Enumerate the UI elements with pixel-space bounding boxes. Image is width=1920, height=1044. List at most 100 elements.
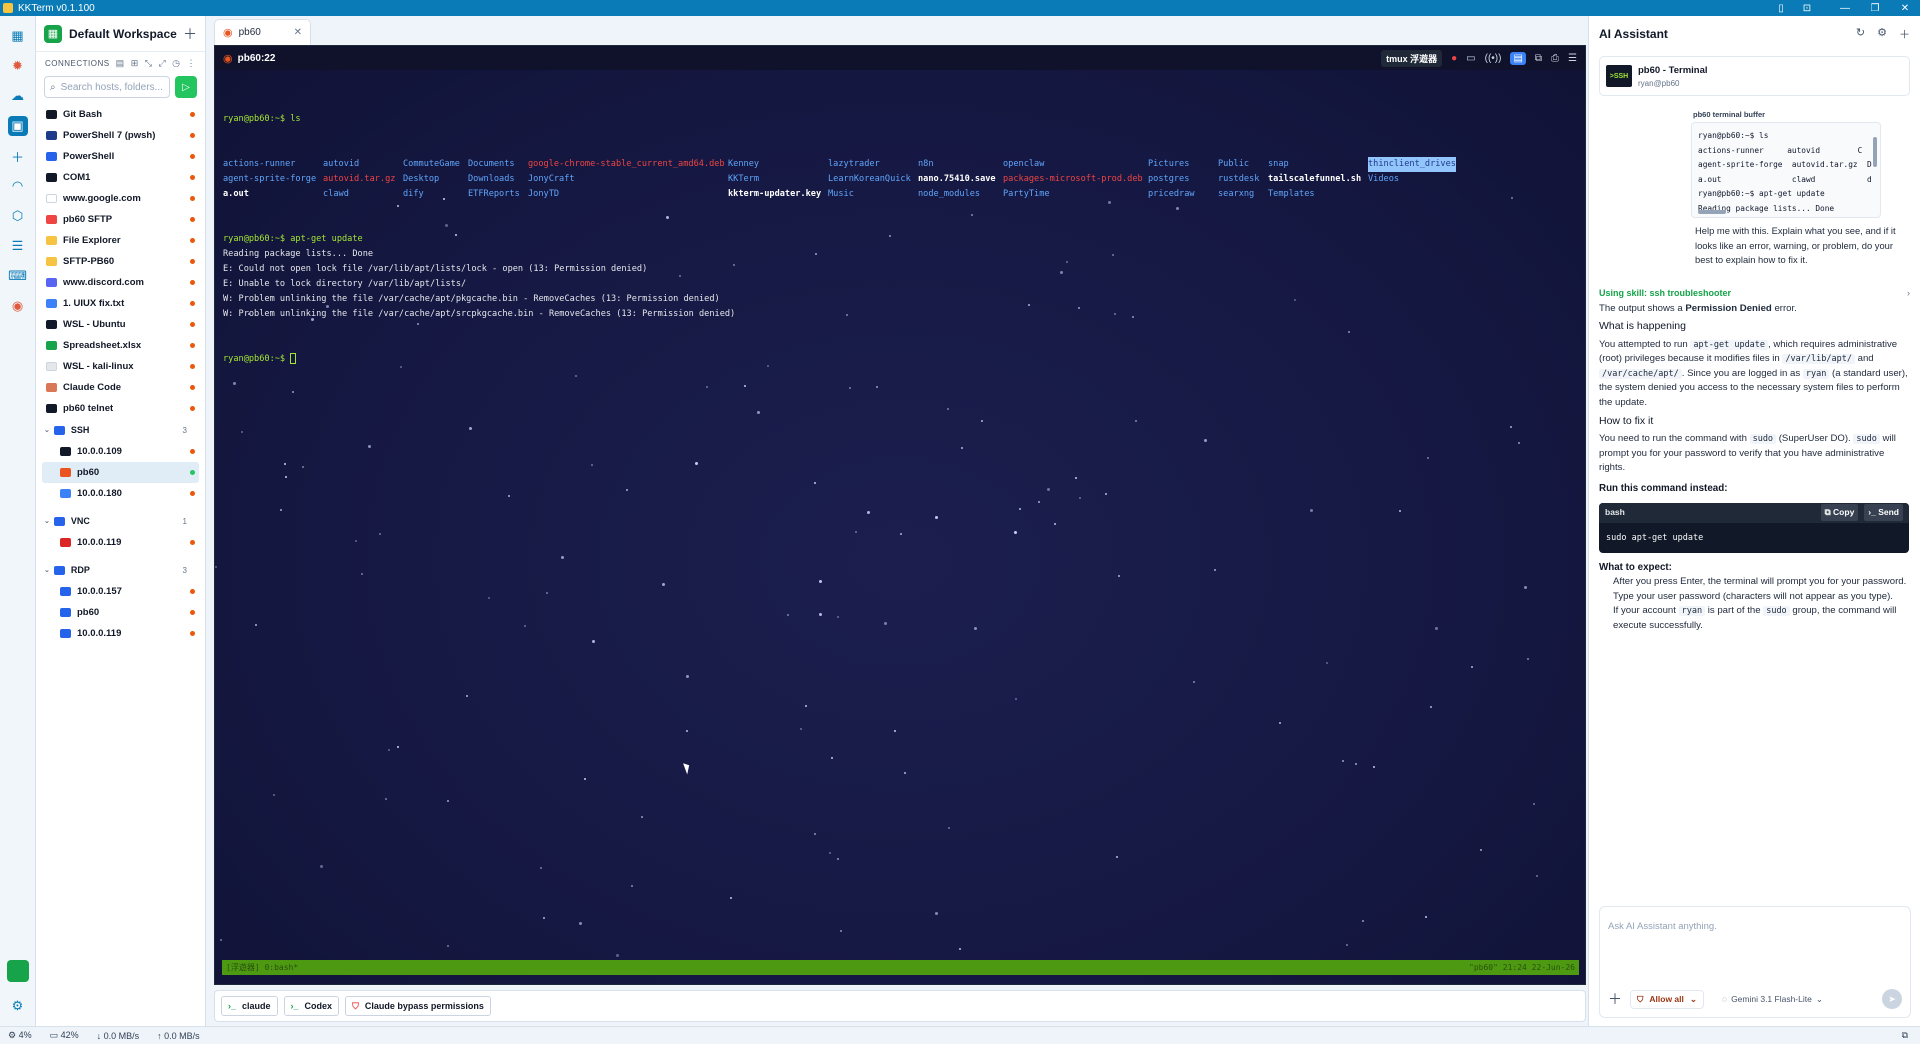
sidebar-item[interactable]: COM1 xyxy=(42,167,199,188)
record-icon[interactable]: ● xyxy=(1451,53,1457,64)
sidebar-item[interactable]: 10.0.0.119 xyxy=(42,623,199,644)
cloud-icon[interactable]: ☁ xyxy=(8,86,28,106)
gauge-icon[interactable]: ◠ xyxy=(8,176,28,196)
sidebar-item[interactable]: 10.0.0.119 xyxy=(42,532,199,553)
new-chat-icon[interactable]: ＋ xyxy=(1899,26,1910,42)
tab-pb60[interactable]: ◉ pb60 ✕ xyxy=(214,19,311,45)
status-indicator[interactable] xyxy=(6,960,29,982)
bug-icon[interactable]: ✹ xyxy=(8,56,28,76)
list-view-icon[interactable]: ▤ xyxy=(116,58,125,69)
gear-icon[interactable]: ⚙ xyxy=(8,996,28,1016)
new-folder-icon[interactable]: ⊞ xyxy=(131,58,139,69)
ubuntu-icon[interactable]: ◉ xyxy=(8,296,28,316)
skill-indicator[interactable]: Using skill: ssh troubleshooter › xyxy=(1599,288,1910,298)
context-name: pb60 - Terminal xyxy=(1638,64,1708,76)
workspace-title[interactable]: Default Workspace xyxy=(69,27,183,41)
history-icon[interactable]: ◷ xyxy=(172,58,180,69)
quick-connect-button[interactable]: ▷ xyxy=(175,76,197,98)
sidebar-item[interactable]: 1. UIUX fix.txt xyxy=(42,293,199,314)
terminal-buffer-preview[interactable]: ryan@pb60:~$ ls actions-runner autovid C a… xyxy=(1691,122,1881,218)
status-dot xyxy=(190,175,195,180)
context-card[interactable]: >SSH pb60 - Terminal ryan@pb60 xyxy=(1599,56,1910,96)
dashboard-icon[interactable]: ▦ xyxy=(8,26,28,46)
notifications-icon[interactable]: ⧉ xyxy=(1902,1030,1908,1041)
tmux-button[interactable]: tmux 浮遊器 xyxy=(1381,49,1443,67)
sidebar-item[interactable]: Claude Code xyxy=(42,377,199,398)
quick-action-button[interactable]: ›_ Codex xyxy=(283,996,340,1016)
quick-action-button[interactable]: ⛉ Claude bypass permissions xyxy=(345,996,491,1016)
horizontal-scrollbar[interactable] xyxy=(1694,209,1872,215)
menu-icon[interactable]: ☰ xyxy=(1568,53,1577,64)
copy-icon[interactable]: ⧉ xyxy=(1535,53,1542,64)
broadcast-icon[interactable]: ((•)) xyxy=(1485,53,1502,64)
sidebar-item[interactable]: pb60 SFTP xyxy=(42,209,199,230)
model-select[interactable]: ◌ Gemini 3.1 Flash-Lite ⌄ xyxy=(1722,994,1823,1005)
cube-icon[interactable]: ⬡ xyxy=(8,206,28,226)
add-icon[interactable]: ＋ xyxy=(8,146,28,166)
inline-code: apt-get update xyxy=(1690,339,1769,350)
star-icon xyxy=(284,463,286,465)
search-input[interactable]: ⌕ Search hosts, folders... xyxy=(44,76,170,98)
expand-icon[interactable]: ⤢ xyxy=(158,58,166,69)
console-icon[interactable]: ⌨ xyxy=(8,266,28,286)
group-label: VNC xyxy=(70,516,90,526)
terminal-pane[interactable]: ◉ pb60:22 tmux 浮遊器 ● ▭ ((•)) ▤ ⧉ ⎙ ☰ rya… xyxy=(214,45,1586,985)
star-icon xyxy=(524,625,526,627)
answer-text: error. xyxy=(1771,302,1797,314)
copy-button[interactable]: ⧉ Copy xyxy=(1820,504,1859,521)
sidebar-item[interactable]: pb60 xyxy=(42,602,199,623)
sftp-icon xyxy=(46,215,57,224)
collapse-icon[interactable]: ⤡ xyxy=(145,58,153,69)
vertical-scrollbar[interactable] xyxy=(1872,125,1878,211)
sidebar-item[interactable]: 10.0.0.180 xyxy=(42,483,199,504)
split-icon[interactable]: ▤ xyxy=(1510,51,1526,65)
group-ssh[interactable]: ⌄ SSH 3 xyxy=(42,419,199,441)
layout-icon[interactable]: ▯ xyxy=(1774,3,1788,14)
more-icon[interactable]: ⋮ xyxy=(187,58,197,69)
permission-select[interactable]: ⛉ Allow all ⌄ xyxy=(1630,989,1704,1009)
sidebar-item[interactable]: SFTP-PB60 xyxy=(42,251,199,272)
send-button[interactable]: ➤ xyxy=(1882,989,1902,1009)
sidebar-item[interactable]: pb60 telnet xyxy=(42,398,199,419)
lock-icon[interactable]: ⊡ xyxy=(1800,3,1814,14)
refresh-icon[interactable]: ↻ xyxy=(1856,26,1865,42)
sidebar-item[interactable]: File Explorer xyxy=(42,230,199,251)
close-button[interactable]: ✕ xyxy=(1890,3,1920,14)
maximize-button[interactable]: ❐ xyxy=(1860,3,1890,14)
minimize-button[interactable]: — xyxy=(1830,3,1860,14)
sidebar-item-label: WSL - kali-linux xyxy=(63,361,134,372)
group-rdp[interactable]: ⌄ RDP 3 xyxy=(42,559,199,581)
print-icon[interactable]: ⎙ xyxy=(1551,53,1559,64)
sidebar-item[interactable]: Spreadsheet.xlsx xyxy=(42,335,199,356)
send-to-terminal-button[interactable]: ›_ Send xyxy=(1864,504,1903,521)
ls-entry: Public xyxy=(1218,159,1250,169)
add-workspace-button[interactable]: ＋ xyxy=(183,24,197,44)
sidebar-item[interactable]: www.google.com xyxy=(42,188,199,209)
folder-icon[interactable]: ▭ xyxy=(1466,53,1475,64)
sidebar-item[interactable]: www.discord.com xyxy=(42,272,199,293)
chat-composer[interactable]: Ask AI Assistant anything. ＋ ⛉ Allow all… xyxy=(1599,906,1911,1018)
group-vnc[interactable]: ⌄ VNC 1 xyxy=(42,510,199,532)
sidebar-item[interactable]: 10.0.0.109 xyxy=(42,441,199,462)
settings-icon[interactable]: ⚙ xyxy=(1877,26,1887,42)
sidebar-item[interactable]: WSL - Ubuntu xyxy=(42,314,199,335)
attach-button[interactable]: ＋ xyxy=(1608,989,1622,1009)
title-bar: KKTerm v0.1.100 ▯ ⊡ — ❐ ✕ xyxy=(0,0,1920,16)
sidebar-item[interactable]: PowerShell xyxy=(42,146,199,167)
quick-action-button[interactable]: ›_ claude xyxy=(221,996,278,1016)
sidebar-item-label: pb60 SFTP xyxy=(63,214,113,225)
sidebar-item[interactable]: WSL - kali-linux xyxy=(42,356,199,377)
sidebar-item[interactable]: PowerShell 7 (pwsh) xyxy=(42,125,199,146)
sidebar-item-label: pb60 xyxy=(77,467,100,478)
terminal-icon: ›_ xyxy=(290,1001,299,1011)
sidebar-item[interactable]: pb60 xyxy=(42,462,199,483)
sidebar-item[interactable]: Git Bash xyxy=(42,104,199,125)
google-icon xyxy=(46,194,57,203)
close-tab-icon[interactable]: ✕ xyxy=(294,27,302,38)
server-icon[interactable]: ☰ xyxy=(8,236,28,256)
sidebar-item[interactable]: 10.0.0.157 xyxy=(42,581,199,602)
connection-tree: Git Bash PowerShell 7 (pwsh) PowerShell COM… xyxy=(36,104,205,650)
terminal-icon[interactable]: ▣ xyxy=(7,116,28,136)
star-icon xyxy=(1435,627,1438,630)
star-icon xyxy=(1019,508,1021,510)
